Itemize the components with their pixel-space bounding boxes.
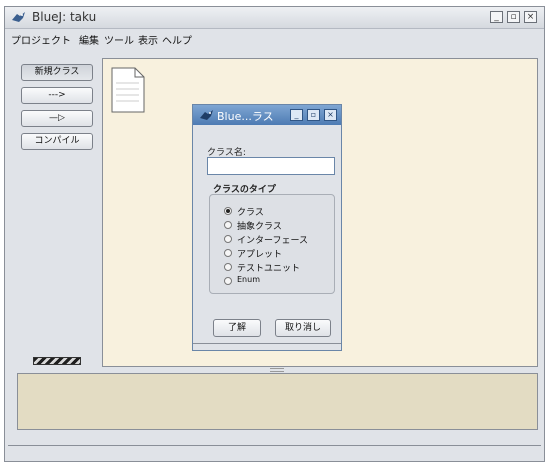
dialog-bottom-border	[193, 343, 341, 344]
dialog-close-button[interactable]: ×	[324, 109, 337, 121]
uses-arrow-button[interactable]: --->	[21, 87, 93, 104]
cancel-button[interactable]: 取り消し	[275, 319, 331, 337]
menu-project[interactable]: プロジェクト	[11, 32, 71, 47]
splitter-handle[interactable]	[270, 368, 284, 372]
bluej-bird-icon	[12, 12, 25, 22]
activity-indicator	[33, 357, 81, 365]
radio-abstract-class[interactable]	[224, 221, 232, 229]
readme-document-icon[interactable]	[111, 67, 145, 113]
title-bar[interactable]: BlueJ: taku _ ▫ ×	[5, 7, 544, 29]
close-button[interactable]: ×	[524, 11, 537, 23]
option-applet-label[interactable]: アプレット	[237, 247, 282, 260]
option-abstract-class-label[interactable]: 抽象クラス	[237, 219, 282, 232]
window-title: BlueJ: taku	[32, 10, 97, 24]
status-bar	[8, 445, 541, 458]
menu-tools[interactable]: ツール	[104, 32, 134, 47]
class-name-input[interactable]	[207, 157, 335, 175]
option-interface-label[interactable]: インターフェース	[237, 233, 308, 246]
radio-enum[interactable]	[224, 277, 232, 285]
dialog-maximize-button[interactable]: ▫	[307, 109, 320, 121]
dialog-title: Blue...ラス	[217, 110, 274, 123]
radio-unit-test[interactable]	[224, 263, 232, 271]
radio-class[interactable]	[224, 207, 232, 215]
option-class-label[interactable]: クラス	[237, 205, 264, 218]
option-unit-test-label[interactable]: テストユニット	[237, 261, 300, 274]
minimize-button[interactable]: _	[490, 11, 503, 23]
maximize-button[interactable]: ▫	[507, 11, 520, 23]
inherits-arrow-button[interactable]: —▷	[21, 110, 93, 127]
new-class-dialog: Blue...ラス _ ▫ × クラス名: クラスのタイプ クラス 抽象クラス …	[192, 104, 342, 351]
dialog-minimize-button[interactable]: _	[290, 109, 303, 121]
menu-view[interactable]: 表示	[138, 32, 158, 47]
compile-button[interactable]: コンパイル	[21, 133, 93, 150]
option-enum-label[interactable]: Enum	[237, 275, 260, 284]
menu-edit[interactable]: 編集	[79, 32, 99, 47]
menu-bar: プロジェクト 編集 ツール 表示 ヘルプ	[5, 29, 544, 47]
new-class-button[interactable]: 新規クラス	[21, 64, 93, 81]
dialog-title-bar[interactable]: Blue...ラス _ ▫ ×	[193, 105, 341, 125]
bluej-bird-icon	[200, 110, 213, 120]
radio-applet[interactable]	[224, 249, 232, 257]
menu-help[interactable]: ヘルプ	[162, 32, 192, 47]
object-bench[interactable]	[17, 373, 538, 430]
ok-button[interactable]: 了解	[213, 319, 261, 337]
radio-interface[interactable]	[224, 235, 232, 243]
